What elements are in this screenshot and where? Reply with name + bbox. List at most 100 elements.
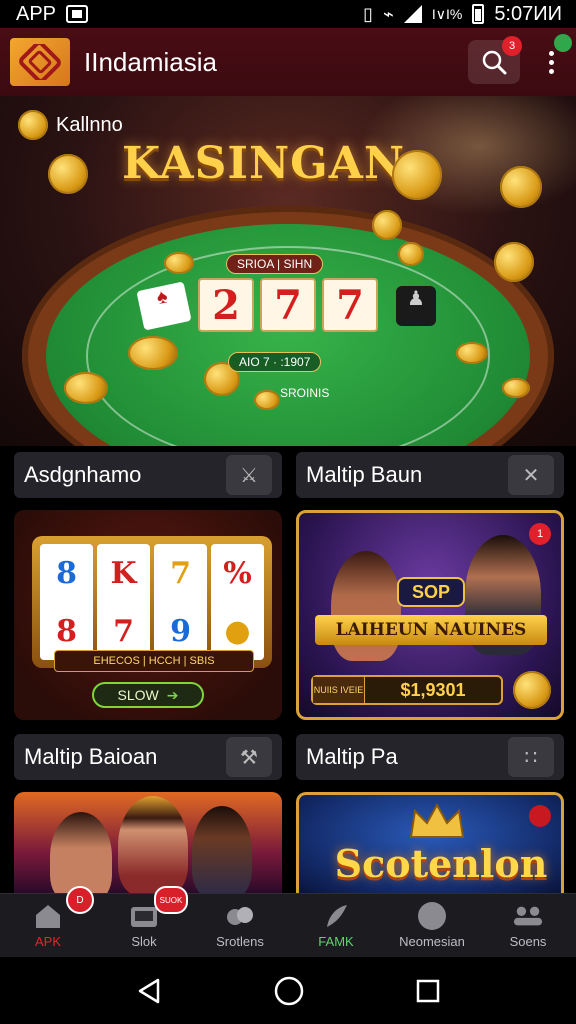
nav-item-neomesian[interactable]: Neomesian [384,894,480,957]
hero-top-label: SRIOA | SIHN [226,254,324,274]
slot-paytable: EHECOS | HCCH | SBIS [54,650,254,672]
game-card-machines[interactable]: SOP LAIHEUN NAUINES NUIIS IVEIE $1,9301 … [296,510,564,720]
circle-icon [416,902,448,930]
crown-icon [409,802,465,838]
nav-badge: D [66,886,94,914]
slot-symbol: 7 [113,613,134,649]
slot-reel: K 7 [97,544,150,660]
nav-item-soens[interactable]: Soens [480,894,576,957]
close-icon[interactable]: ✕ [508,455,554,495]
more-menu-button[interactable] [536,34,572,84]
wifi-icon: ⌁ [382,3,394,24]
back-icon[interactable] [134,976,164,1006]
hammer-icon[interactable]: ⚒ [226,737,272,777]
nav-item-srotlens[interactable]: Srotlens [192,894,288,957]
section-title: Maltip Baioan [24,744,158,769]
coin-icon [64,372,108,404]
slot-symbol: % [223,555,252,591]
app-title: IIndamiasia [84,46,217,77]
player-figure [192,806,252,893]
section-header[interactable]: Asdgnhamo ⚔ [14,452,282,498]
hero-chip-label: Kallnno [56,113,123,136]
search-badge: 3 [502,36,522,56]
coin-icon [398,242,424,266]
section-header[interactable]: Maltip Baun ✕ [296,452,564,498]
app-bar: IIndamiasia 3 [0,28,576,96]
slot-symbol: 9 [170,613,191,649]
section-header[interactable]: Maltip Baioan ⚒ [14,734,282,780]
green-status-badge [554,34,572,52]
status-bar: APP ▯ ⌁ Ι∨Ι% 5:07ИИ [0,0,576,28]
game-card-scotenlon[interactable]: Scotenlon [296,792,564,893]
arrow-right-icon: ➔ [166,686,179,703]
section-title: Maltip Pa [306,744,398,769]
game-card-slots[interactable]: 8 8 K 7 7 9 % ● EHECOS | HCCH | SBIS SLO… [14,510,282,720]
feather-icon [320,902,352,930]
coin-icon [500,166,542,208]
reel: 7 [322,278,378,332]
card-title: Scotenlon [334,841,548,886]
nav-label: Soens [509,934,547,949]
nav-item-famk[interactable]: FAMK [288,894,384,957]
system-nav-bar [0,957,576,1024]
vibrate-icon: ▯ [363,3,373,24]
reel: 2 [198,278,254,332]
more-dot [548,59,554,65]
figure-icon[interactable]: ⚔ [226,455,272,495]
reel: 7 [260,278,316,332]
section-title: Maltip Baun [306,462,423,487]
nav-label: Srotlens [216,934,264,949]
slot-symbol: 7 [170,555,191,591]
slot-symbol: ● [224,613,251,649]
slow-button-label: SLOW [117,687,159,703]
hero-mid-label: AIO 7 · :1907 [228,352,322,372]
home-icon [32,902,64,930]
notification-icon [66,5,89,23]
hero-banner[interactable]: Kallnno KASINGAN SRIOA | SIHN 2 7 7 ♠ ♟ … [0,96,576,446]
dots-circle-icon[interactable]: ∷ [508,737,554,777]
coin-icon [372,210,402,240]
prize-value: $1,9301 [400,679,466,700]
logo-icon [19,44,61,80]
dealer-figure-icon: ♟ [396,286,436,326]
hero-chip: Kallnno [18,110,123,140]
hero-bottom-label: SROINIS [280,386,330,400]
nav-label: FAMK [318,934,354,949]
nav-label: Slok [131,934,157,949]
coin-icon [164,252,194,274]
coin-icon [254,390,280,410]
search-button[interactable]: 3 [468,36,522,84]
slot-reel: 8 8 [40,544,93,660]
coin-icon [456,342,488,364]
bottom-nav: APK D Slok SUOK Srotlens FAMK Neomesian … [0,886,576,957]
card-banner: LAIHEUN NAUINES [315,615,547,645]
app-logo[interactable] [10,38,70,86]
status-app-text: APP [16,2,57,25]
nav-label: Neomesian [399,934,465,949]
signal-icon [403,5,422,23]
section-header[interactable]: Maltip Pa ∷ [296,734,564,780]
recents-icon[interactable] [414,977,442,1005]
home-circle-icon[interactable] [273,975,305,1007]
card-badge: 1 [529,523,551,545]
battery-icon [472,4,485,24]
card-brand: SOP [397,577,465,607]
more-dot [548,68,554,74]
slot-reel: 7 9 [154,544,207,660]
clock: 5:07ИИ [494,2,562,25]
prize-row: NUIIS IVEIE $1,9301 [311,675,503,705]
nav-item-slok[interactable]: Slok SUOK [96,886,192,957]
coin-icon [48,154,88,194]
nav-item-apk[interactable]: APK D [0,886,96,957]
hero-reels: 2 7 7 [198,278,378,332]
slot-symbol: K [110,555,137,591]
slow-button[interactable]: SLOW ➔ [92,682,204,708]
coin-icon [392,150,442,200]
game-card-trio[interactable] [14,792,282,893]
prize-tag: NUIIS IVEIE [313,677,365,703]
slot-symbol: 8 [56,555,77,591]
coin-button[interactable] [513,671,551,709]
more-dot [548,50,554,56]
nav-label: APK [34,934,61,949]
slot-symbol: 8 [56,613,77,649]
